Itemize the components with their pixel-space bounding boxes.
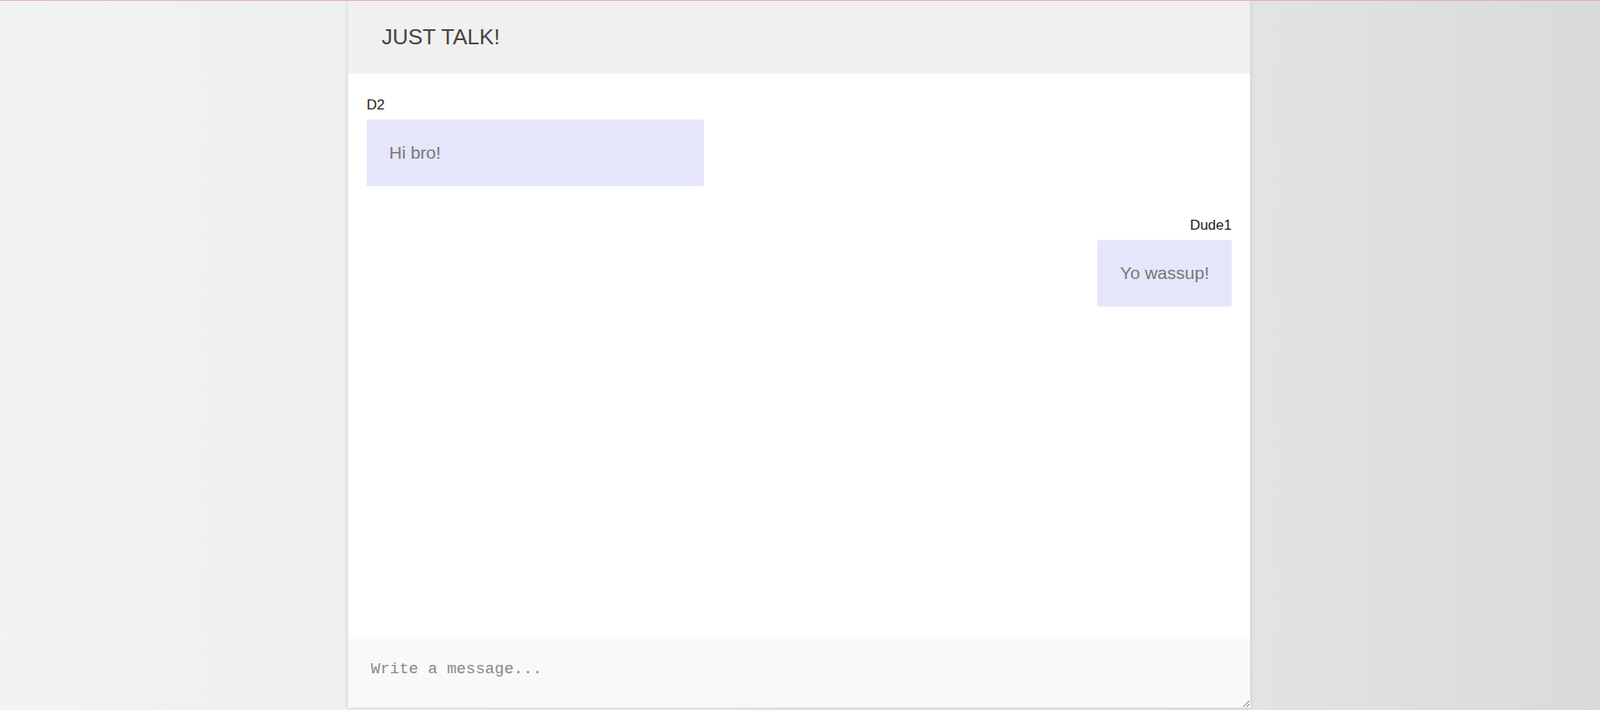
chat-message: D2 Hi bro! xyxy=(366,96,1232,187)
chat-panel: JUST TALK! D2 Hi bro! Dude1 Yo wassup! xyxy=(348,0,1251,708)
message-bubble: Hi bro! xyxy=(366,119,704,187)
message-text: Hi bro! xyxy=(389,139,441,167)
chat-title: JUST TALK! xyxy=(381,20,501,54)
message-input[interactable] xyxy=(348,638,1251,708)
message-author: D2 xyxy=(366,96,385,115)
page: JUST TALK! D2 Hi bro! Dude1 Yo wassup! xyxy=(0,0,1600,710)
chat-message: Dude1 Yo wassup! xyxy=(366,216,1232,307)
message-text: Yo wassup! xyxy=(1119,259,1210,287)
message-list: D2 Hi bro! Dude1 Yo wassup! xyxy=(348,73,1251,639)
composer xyxy=(348,638,1251,708)
message-author: Dude1 xyxy=(1189,216,1232,235)
chat-header: JUST TALK! xyxy=(348,0,1251,74)
message-bubble: Yo wassup! xyxy=(1097,239,1232,307)
